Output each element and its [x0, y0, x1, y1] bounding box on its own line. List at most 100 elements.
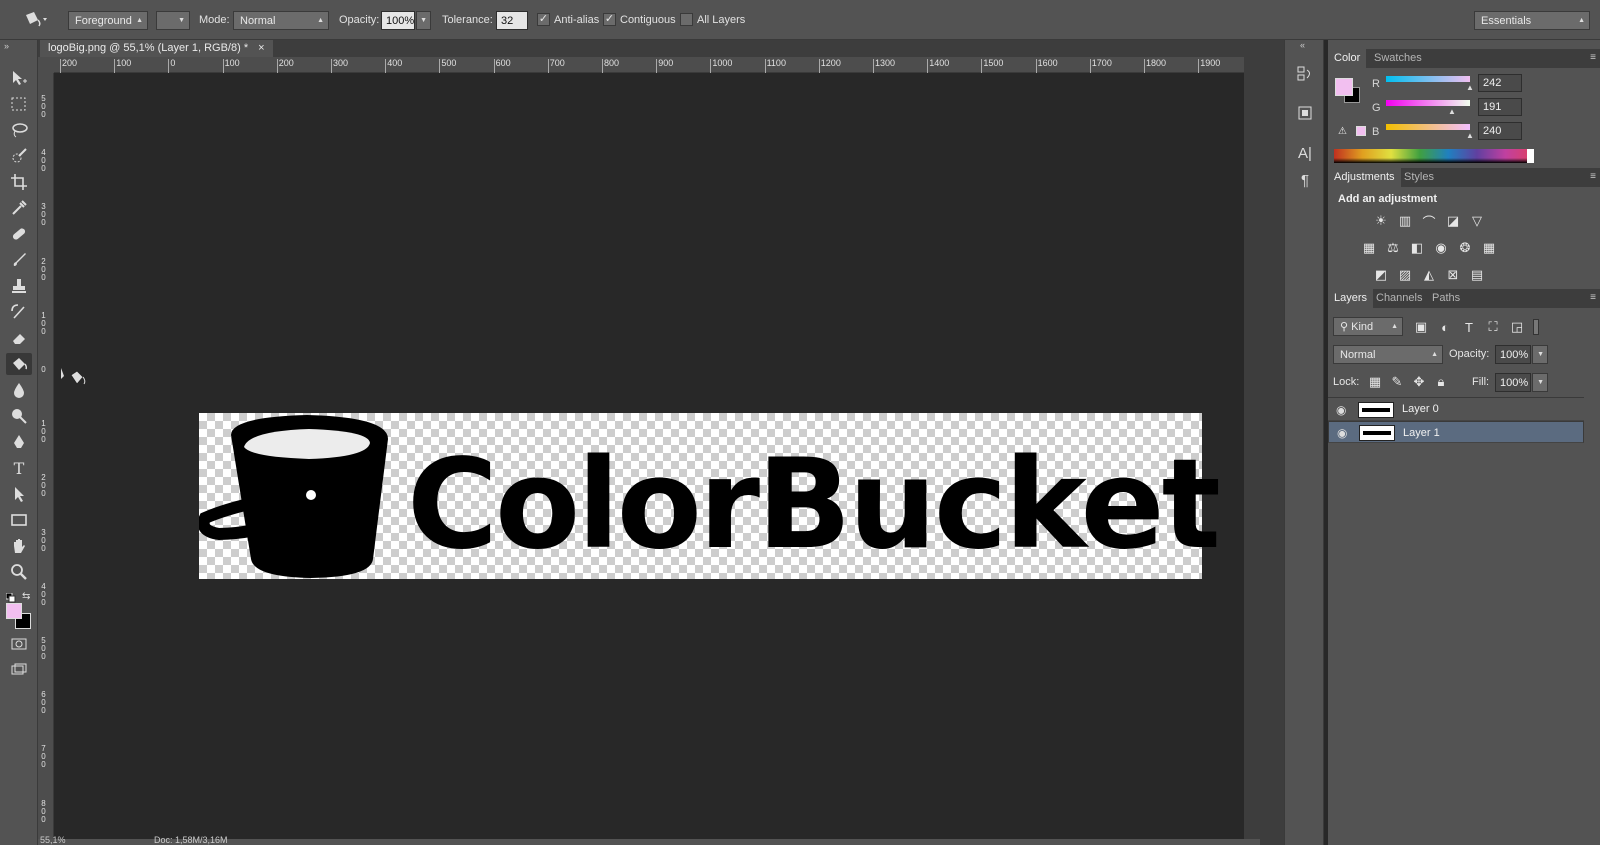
color-balance-icon[interactable]: ⚖: [1384, 240, 1402, 256]
tab-channels[interactable]: Channels: [1370, 289, 1428, 308]
threshold-icon[interactable]: ◭: [1420, 267, 1438, 283]
lock-all-icon[interactable]: 🔒︎: [1432, 374, 1450, 390]
zoom-level[interactable]: 55,1%: [40, 835, 66, 845]
color-lookup-icon[interactable]: ▦: [1480, 240, 1498, 256]
blur-tool[interactable]: [6, 379, 32, 401]
screen-mode-button[interactable]: [6, 659, 32, 681]
zoom-tool[interactable]: [6, 561, 32, 583]
layer-opacity-dropdown[interactable]: ▼: [1532, 345, 1548, 364]
opacity-field[interactable]: 100%: [381, 11, 415, 30]
quick-selection-tool[interactable]: [6, 145, 32, 167]
fill-dropdown[interactable]: ▼: [1532, 373, 1548, 392]
type-tool[interactable]: T: [6, 457, 32, 479]
crop-tool[interactable]: [6, 171, 32, 193]
layer-row-1[interactable]: ◉ Layer 1: [1328, 421, 1584, 443]
eyedropper-tool[interactable]: [6, 197, 32, 219]
foreground-color-swatch[interactable]: [6, 603, 22, 619]
collapse-arrows-icon[interactable]: »: [4, 41, 9, 51]
panel-menu-icon[interactable]: ≡: [1590, 292, 1596, 303]
levels-icon[interactable]: ▥: [1396, 213, 1414, 229]
layer-opacity-field[interactable]: 100%: [1495, 345, 1531, 364]
hand-tool[interactable]: [6, 535, 32, 557]
tab-adjustments[interactable]: Adjustments: [1328, 168, 1401, 187]
slider-thumb-icon[interactable]: ▲: [1466, 83, 1474, 92]
layer-filter-select[interactable]: ⚲ Kind ▲: [1333, 317, 1403, 336]
filter-adjustment-icon[interactable]: ◐: [1436, 319, 1454, 335]
fill-field[interactable]: 100%: [1495, 373, 1531, 392]
healing-brush-tool[interactable]: [6, 223, 32, 245]
lasso-tool[interactable]: [6, 119, 32, 141]
opacity-dropdown[interactable]: ▼: [416, 11, 431, 30]
clone-stamp-tool[interactable]: [6, 275, 32, 297]
character-panel-icon[interactable]: A|: [1292, 142, 1318, 164]
eye-icon[interactable]: ◉: [1336, 403, 1350, 417]
marquee-tool[interactable]: [6, 93, 32, 115]
foreground-color-chip[interactable]: [1335, 78, 1353, 96]
rectangle-tool[interactable]: [6, 509, 32, 531]
pattern-picker[interactable]: ▼: [156, 11, 190, 30]
layer-row-0[interactable]: ◉ Layer 0: [1328, 399, 1584, 421]
slider-thumb-icon[interactable]: ▲: [1448, 107, 1456, 116]
tab-styles[interactable]: Styles: [1398, 168, 1440, 187]
filter-shape-icon[interactable]: ⛶: [1484, 319, 1502, 335]
paint-bucket-tool-preset-icon[interactable]: [18, 9, 50, 31]
filter-smart-object-icon[interactable]: ◲: [1508, 319, 1526, 335]
dodge-tool[interactable]: [6, 405, 32, 427]
panel-menu-icon[interactable]: ≡: [1590, 52, 1596, 63]
posterize-icon[interactable]: ▨: [1396, 267, 1414, 283]
hue-saturation-icon[interactable]: ▦: [1360, 240, 1378, 256]
vibrance-icon[interactable]: ▽: [1468, 213, 1486, 229]
ruler-origin[interactable]: [38, 57, 54, 73]
swap-colors-icon[interactable]: ⇆: [22, 591, 30, 602]
close-icon[interactable]: ×: [258, 40, 264, 57]
expand-arrows-icon[interactable]: «: [1300, 40, 1305, 50]
contiguous-checkbox[interactable]: ✓: [603, 13, 616, 26]
paragraph-panel-icon[interactable]: ¶: [1292, 169, 1318, 191]
document-canvas[interactable]: ColorBucket: [199, 413, 1221, 579]
lock-position-icon[interactable]: ✥: [1410, 374, 1428, 390]
filter-pixel-icon[interactable]: ▣: [1412, 319, 1430, 335]
selective-color-icon[interactable]: ⊠: [1444, 267, 1462, 283]
history-brush-tool[interactable]: [6, 301, 32, 323]
vertical-scrollbar[interactable]: [1244, 57, 1260, 845]
tolerance-field[interactable]: 32: [496, 11, 528, 30]
paint-bucket-tool[interactable]: [6, 353, 32, 375]
history-panel-icon[interactable]: [1292, 63, 1318, 85]
quick-mask-button[interactable]: [6, 633, 32, 655]
vertical-ruler[interactable]: 500 400 300 200 100 0 100 200 300 400 500 600 700 800: [38, 73, 54, 845]
tab-swatches[interactable]: Swatches: [1368, 49, 1428, 68]
horizontal-ruler[interactable]: 200 100 0 100 200 300 400 500 600 700 800 900 1000 11…: [54, 57, 1244, 73]
out-of-gamut-warning-icon[interactable]: ⚠: [1338, 126, 1347, 137]
blue-slider[interactable]: [1386, 124, 1470, 130]
layer-name[interactable]: Layer 0: [1402, 403, 1439, 415]
blend-mode-select[interactable]: Normal ▲: [1333, 345, 1443, 364]
fill-source-select[interactable]: Foreground ▲: [68, 11, 148, 30]
move-tool[interactable]: [6, 67, 32, 89]
invert-icon[interactable]: ◩: [1372, 267, 1390, 283]
brightness-icon[interactable]: ☀: [1372, 213, 1390, 229]
gradient-map-icon[interactable]: ▤: [1468, 267, 1486, 283]
blue-value-field[interactable]: 240: [1478, 122, 1522, 140]
slider-thumb-icon[interactable]: ▲: [1466, 131, 1474, 140]
tab-color[interactable]: Color: [1328, 49, 1367, 68]
panel-menu-icon[interactable]: ≡: [1590, 171, 1596, 182]
filter-type-icon[interactable]: T: [1460, 319, 1478, 335]
default-colors-icon[interactable]: [5, 592, 16, 603]
lock-pixels-icon[interactable]: ✎: [1388, 374, 1406, 390]
curves-icon[interactable]: ⌒: [1420, 213, 1438, 230]
black-white-icon[interactable]: ◧: [1408, 240, 1426, 256]
all-layers-checkbox[interactable]: [680, 13, 693, 26]
lock-transparent-icon[interactable]: ▦: [1366, 374, 1384, 390]
green-slider[interactable]: [1386, 100, 1470, 106]
anti-alias-checkbox[interactable]: ✓: [537, 13, 550, 26]
eraser-tool[interactable]: [6, 327, 32, 349]
green-value-field[interactable]: 191: [1478, 98, 1522, 116]
color-ramp[interactable]: [1334, 149, 1534, 163]
exposure-icon[interactable]: ◪: [1444, 213, 1462, 229]
document-tab[interactable]: logoBig.png @ 55,1% (Layer 1, RGB/8) * ×: [40, 40, 273, 57]
tab-paths[interactable]: Paths: [1426, 289, 1466, 308]
path-selection-tool[interactable]: [6, 483, 32, 505]
photo-filter-icon[interactable]: ◉: [1432, 240, 1450, 256]
properties-panel-icon[interactable]: [1292, 102, 1318, 124]
gamut-color-chip[interactable]: [1356, 126, 1366, 136]
